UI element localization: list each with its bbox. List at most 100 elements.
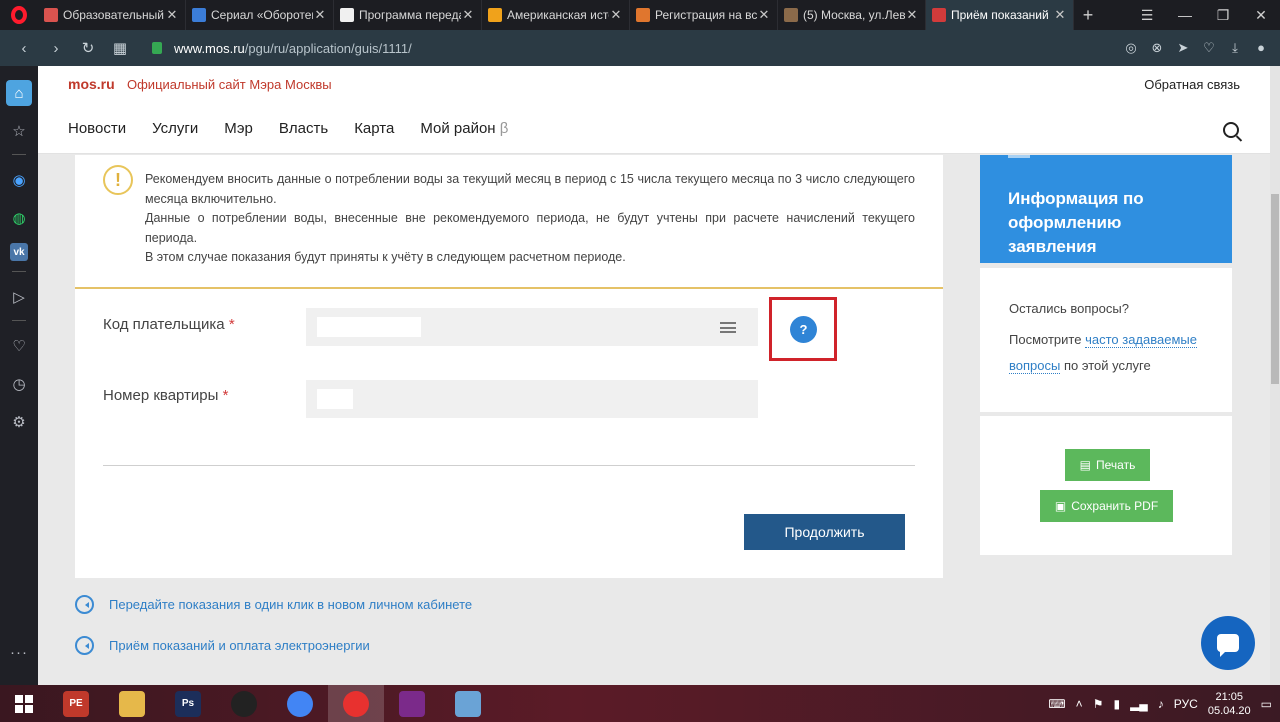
tray-expand-icon[interactable]: ˄ (1076, 697, 1083, 711)
related-link[interactable]: Приём показаний и оплата электроэнергии (75, 635, 472, 655)
start-button[interactable] (0, 694, 48, 713)
more-icon[interactable]: ··· (6, 639, 32, 665)
favorites-icon[interactable]: ♡ (6, 333, 32, 359)
tab-title: Сериал «Оборотен (211, 8, 313, 22)
minimize-button[interactable]: — (1166, 0, 1204, 30)
url-domain: www.mos.ru (174, 40, 245, 56)
download-icon[interactable]: ⤓ (1226, 40, 1244, 56)
taskbar-app-explorer[interactable] (104, 685, 160, 722)
tab-menu-icon[interactable]: ☰ (1128, 0, 1166, 30)
settings-icon[interactable]: ⚙ (6, 409, 32, 435)
send-icon[interactable]: ➤ (1174, 40, 1192, 56)
chat-button[interactable] (1201, 616, 1255, 670)
nav-my-district[interactable]: Мой район β (420, 120, 508, 137)
related-links: Передайте показания в один клик в новом … (75, 594, 472, 676)
related-link[interactable]: Передайте показания в один клик в новом … (75, 594, 472, 614)
nav-mayor[interactable]: Мэр (224, 120, 253, 137)
lock-icon[interactable] (152, 42, 162, 54)
reload-button[interactable]: ↻ (72, 39, 104, 57)
print-button[interactable]: ▤ Печать (1065, 449, 1150, 481)
taskbar-app-chrome[interactable] (272, 685, 328, 722)
browser-tab[interactable]: Регистрация на вст ✕ (630, 0, 778, 30)
adblock-icon[interactable]: ⊗ (1148, 40, 1166, 56)
messenger-icon[interactable]: ◉ (6, 167, 32, 193)
questions-card: Остались вопросы? Посмотрите часто задав… (980, 268, 1232, 412)
document-icon (1008, 155, 1030, 158)
payer-code-value (317, 317, 421, 337)
site-subtitle[interactable]: Официальный сайт Мэра Москвы (127, 77, 332, 92)
continue-button[interactable]: Продолжить (744, 514, 905, 550)
snapshot-icon[interactable]: ◎ (1122, 40, 1140, 56)
clock[interactable]: 21:05 05.04.20 (1208, 690, 1251, 718)
heart-icon[interactable]: ♡ (1200, 40, 1218, 56)
nav-news[interactable]: Новости (68, 120, 126, 137)
export-card: ▤ Печать ▣ Сохранить PDF (980, 416, 1232, 555)
tab-title: Образовательный (63, 8, 164, 22)
browser-tab[interactable]: Программа переда ✕ (334, 0, 482, 30)
save-pdf-button[interactable]: ▣ Сохранить PDF (1040, 490, 1173, 522)
opera-menu-button[interactable] (0, 0, 38, 30)
taskbar-app-photoshop[interactable]: Ps (160, 685, 216, 722)
apartment-number-field[interactable] (306, 380, 758, 418)
nav-government[interactable]: Власть (279, 120, 328, 137)
taskbar-app-paint[interactable] (440, 685, 496, 722)
tab-close-icon[interactable]: ✕ (905, 7, 919, 23)
browser-tab[interactable]: Образовательный ✕ (38, 0, 186, 30)
required-mark: * (228, 316, 235, 333)
nav-map[interactable]: Карта (354, 120, 394, 137)
taskbar-app-opera[interactable] (328, 685, 384, 722)
tab-close-icon[interactable]: ✕ (461, 7, 475, 23)
volume-icon[interactable]: ♪ (1158, 697, 1164, 711)
notice-line: Рекомендуем вносить данные о потреблении… (145, 172, 915, 206)
browser-tab[interactable]: Американская исто ✕ (482, 0, 630, 30)
flow-icon[interactable]: ▷ (6, 284, 32, 310)
url-field[interactable]: www.mos.ru/pgu/ru/application/guis/1111/ (174, 41, 412, 56)
bookmarks-icon[interactable]: ☆ (6, 118, 32, 144)
taskbar-app-pe[interactable]: PE (48, 685, 104, 722)
questions-text: Посмотрите часто задаваемые вопросы по э… (1009, 327, 1214, 379)
search-icon[interactable] (1223, 122, 1239, 138)
photoshop-icon: Ps (175, 690, 201, 717)
whatsapp-icon[interactable]: ◍ (6, 205, 32, 231)
back-button[interactable]: ‹ (8, 40, 40, 57)
close-window-button[interactable]: ✕ (1242, 0, 1280, 30)
account-icon[interactable]: ● (1252, 40, 1270, 56)
taskbar-app-floppy[interactable] (384, 685, 440, 722)
questions-title: Остались вопросы? (1009, 301, 1129, 316)
browser-sidebar: ⌂ ☆ ◉ ◍ vk ▷ ♡ ◷ ⚙ ··· (0, 66, 38, 685)
application-info-card[interactable]: Информация по оформлению заявления (980, 155, 1232, 263)
page-scrollbar[interactable] (1270, 66, 1280, 685)
speed-dial-icon[interactable]: ▦ (104, 39, 136, 57)
windows-taskbar: PE Ps ⌨ ˄ ⚑ ▮ ▂▄ ♪ РУС 21:05 05.04.20 ▭ (0, 685, 1280, 722)
forward-button[interactable]: › (40, 40, 72, 57)
tab-close-icon[interactable]: ✕ (1053, 7, 1067, 23)
paint-icon (455, 690, 481, 717)
home-icon[interactable]: ⌂ (6, 80, 32, 106)
network-icon[interactable]: ▂▄ (1130, 697, 1148, 711)
browser-tab[interactable]: Приём показаний ✕ (926, 0, 1074, 30)
tab-close-icon[interactable]: ✕ (313, 7, 327, 23)
chrome-icon (287, 690, 313, 717)
browser-tab[interactable]: Сериал «Оборотен ✕ (186, 0, 334, 30)
battery-icon[interactable]: ▮ (1113, 697, 1120, 711)
maximize-button[interactable]: ❐ (1204, 0, 1242, 30)
nav-services[interactable]: Услуги (152, 120, 198, 137)
keyboard-icon[interactable]: ⌨ (1048, 697, 1065, 711)
new-tab-button[interactable]: + (1074, 0, 1102, 30)
flag-icon[interactable]: ⚑ (1093, 697, 1104, 711)
tab-close-icon[interactable]: ✕ (165, 7, 179, 23)
help-icon[interactable]: ? (790, 316, 817, 343)
site-logo[interactable]: mos.ru (68, 76, 115, 92)
payer-code-field[interactable] (306, 308, 758, 346)
list-icon[interactable] (720, 322, 736, 333)
notifications-icon[interactable]: ▭ (1261, 697, 1272, 711)
taskbar-app-camera[interactable] (216, 685, 272, 722)
language-indicator[interactable]: РУС (1174, 697, 1198, 711)
tab-close-icon[interactable]: ✕ (757, 7, 771, 23)
scrollbar-thumb[interactable] (1271, 194, 1279, 384)
vk-icon[interactable]: vk (10, 243, 28, 261)
tab-close-icon[interactable]: ✕ (609, 7, 623, 23)
browser-tab[interactable]: (5) Москва, ул.Лев ✕ (778, 0, 926, 30)
history-icon[interactable]: ◷ (6, 371, 32, 397)
feedback-link[interactable]: Обратная связь (1144, 77, 1240, 92)
